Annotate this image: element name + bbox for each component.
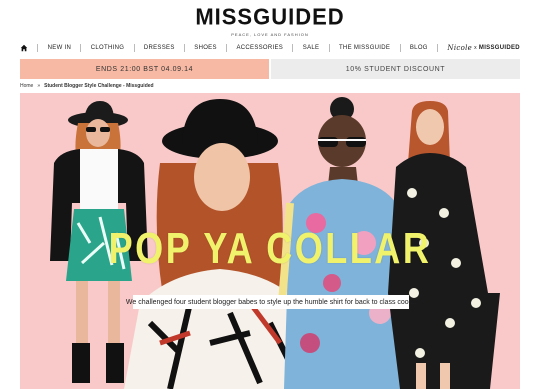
main-nav: NEW IN CLOTHING DRESSES SHOES ACCESSORIE… xyxy=(20,40,520,56)
collab-brand-label: MISSGUIDED xyxy=(478,45,520,51)
nav-divider xyxy=(328,44,330,52)
nav-item-collab[interactable]: Nicole x MISSGUIDED xyxy=(447,44,520,52)
hero-headline: POP YA COLLAR xyxy=(108,224,432,273)
hero-caption[interactable]: We challenged four student blogger babes… xyxy=(126,295,416,309)
site-logo[interactable]: MISSGUIDED xyxy=(0,3,540,30)
hero-banner[interactable]: POP YA COLLAR We challenged four student… xyxy=(20,93,520,389)
nav-divider xyxy=(133,44,135,52)
breadcrumb: Home » Student Blogger Style Challenge -… xyxy=(20,83,154,89)
nav-divider xyxy=(183,44,185,52)
nav-item-dresses[interactable]: DRESSES xyxy=(144,45,175,51)
nav-divider xyxy=(399,44,401,52)
nav-item-the-missguide[interactable]: THE MISSGUIDE xyxy=(339,45,390,51)
nav-item-shoes[interactable]: SHOES xyxy=(194,45,217,51)
site-tagline: PEACE, LOVE AND FASHION xyxy=(231,32,309,37)
nav-divider xyxy=(37,44,39,52)
promo-banner-deadline[interactable]: ENDS 21:00 BST 04.09.14 xyxy=(20,59,269,79)
nav-item-new-in[interactable]: NEW IN xyxy=(48,45,71,51)
nav-item-blog[interactable]: BLOG xyxy=(410,45,428,51)
breadcrumb-separator: » xyxy=(37,83,41,89)
site-header: MISSGUIDED PEACE, LOVE AND FASHION xyxy=(0,3,540,37)
collab-joiner: x xyxy=(474,45,477,51)
nav-divider xyxy=(80,44,82,52)
promo-banner-student-discount[interactable]: 10% STUDENT DISCOUNT xyxy=(271,59,520,79)
collab-script-label: Nicole xyxy=(447,44,473,52)
nav-divider xyxy=(226,44,228,52)
nav-divider xyxy=(437,44,439,52)
nav-item-accessories[interactable]: ACCESSORIES xyxy=(236,45,283,51)
nav-divider xyxy=(292,44,294,52)
nav-item-clothing[interactable]: CLOTHING xyxy=(91,45,124,51)
breadcrumb-current: Student Blogger Style Challenge - Missgu… xyxy=(44,83,154,89)
home-icon[interactable] xyxy=(20,44,28,52)
breadcrumb-home[interactable]: Home xyxy=(20,83,33,89)
nav-item-sale[interactable]: SALE xyxy=(303,45,320,51)
